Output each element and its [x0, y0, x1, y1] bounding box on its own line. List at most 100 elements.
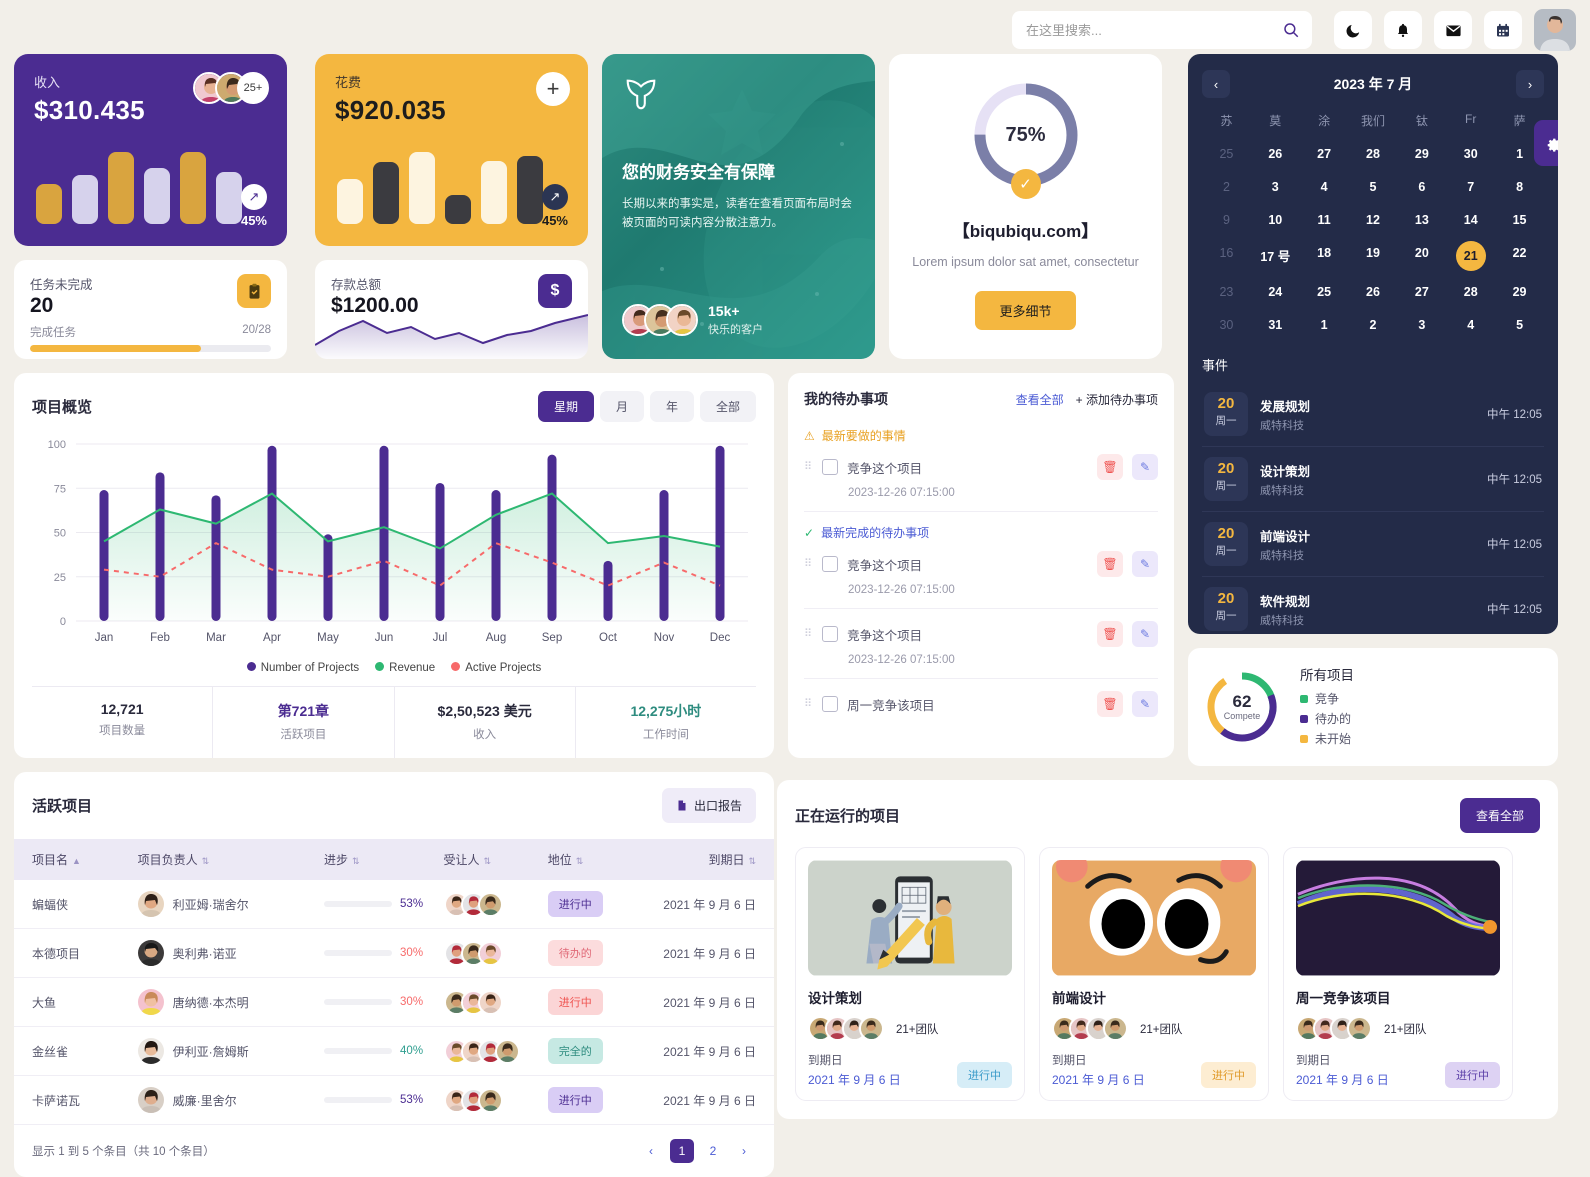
calendar-day[interactable]: 25 — [1202, 142, 1251, 166]
calendar-day[interactable]: 8 — [1495, 175, 1544, 199]
drag-handle-icon[interactable]: ⠿ — [804, 558, 813, 569]
calendar-day[interactable]: 10 — [1251, 208, 1300, 232]
todo-checkbox[interactable] — [822, 459, 839, 475]
col-project-lead[interactable]: 项目负责人 ⇅ — [138, 839, 324, 880]
calendar-day[interactable]: 15 — [1495, 208, 1544, 232]
total-deposit-card[interactable]: 存款总额 $1200.00 $ — [315, 260, 588, 359]
edit-icon[interactable]: ✎ — [1132, 691, 1158, 717]
calendar-day[interactable]: 29 — [1495, 280, 1544, 304]
event-item[interactable]: 20 周一 设计策划 威特科技 中午 12:05 — [1202, 447, 1544, 512]
export-report-button[interactable]: 出口报告 — [661, 788, 756, 823]
calendar-button[interactable] — [1484, 11, 1522, 49]
calendar-day[interactable]: 11 — [1300, 208, 1349, 232]
project-card[interactable]: 设计策划 21+团队 到期日 2021 年 9 月 6 日 进行中 — [795, 847, 1025, 1101]
table-row[interactable]: 大鱼 唐纳德·本杰明 30% 进行中 2021 年 9 月 6 日 — [14, 977, 774, 1027]
todo-view-all-link[interactable]: 查看全部 — [1016, 391, 1064, 408]
page-prev[interactable]: ‹ — [639, 1139, 663, 1163]
calendar-day[interactable]: 13 — [1397, 208, 1446, 232]
tab-all[interactable]: 全部 — [699, 391, 756, 422]
calendar-day[interactable]: 12 — [1349, 208, 1398, 232]
delete-icon[interactable]: 🗑 — [1097, 691, 1123, 717]
project-card[interactable]: 前端设计 21+团队 到期日 2021 年 9 月 6 日 进行中 — [1039, 847, 1269, 1101]
running-view-all-button[interactable]: 查看全部 — [1459, 798, 1540, 833]
calendar-day[interactable]: 30 — [1202, 313, 1251, 337]
calendar-day[interactable]: 9 — [1202, 208, 1251, 232]
calendar-day[interactable]: 30 — [1446, 142, 1495, 166]
tasks-incomplete-card[interactable]: 任务未完成 20 完成任务 20/28 — [14, 260, 287, 359]
table-row[interactable]: 蝙蝠侠 利亚姆·瑞舍尔 53% 进行中 2021 年 9 月 6 日 — [14, 880, 774, 929]
page-1[interactable]: 1 — [670, 1139, 694, 1163]
calendar-day[interactable]: 22 — [1495, 241, 1544, 271]
col-project-name[interactable]: 项目名 ▲ — [14, 839, 138, 880]
event-item[interactable]: 20 周一 发展规划 威特科技 中午 12:05 — [1202, 382, 1544, 447]
calendar-day[interactable]: 29 — [1397, 142, 1446, 166]
tab-month[interactable]: 月 — [599, 391, 644, 422]
dark-mode-toggle[interactable] — [1334, 11, 1372, 49]
user-avatar[interactable] — [1534, 9, 1576, 51]
calendar-day[interactable]: 27 — [1300, 142, 1349, 166]
calendar-day[interactable]: 25 — [1300, 280, 1349, 304]
todo-checkbox[interactable] — [822, 626, 839, 642]
more-details-button[interactable]: 更多细节 — [975, 291, 1076, 331]
edit-icon[interactable]: ✎ — [1132, 454, 1158, 480]
settings-button[interactable] — [1534, 120, 1558, 166]
notifications-button[interactable] — [1384, 11, 1422, 49]
messages-button[interactable] — [1434, 11, 1472, 49]
revenue-card[interactable]: 收入 $310.435 25+ ↗ 45% — [14, 54, 287, 246]
todo-list-item[interactable]: ⠿ 竞争这个项目 🗑 ✎ 2023-12-26 07:15:00 — [804, 454, 1158, 512]
calendar-day[interactable]: 24 — [1251, 280, 1300, 304]
calendar-day-selected[interactable]: 21 — [1455, 241, 1486, 271]
calendar-prev-button[interactable]: ‹ — [1202, 70, 1230, 98]
delete-icon[interactable]: 🗑 — [1097, 621, 1123, 647]
calendar-day[interactable]: 14 — [1446, 208, 1495, 232]
calendar-day[interactable]: 5 — [1349, 175, 1398, 199]
search-icon[interactable] — [1282, 21, 1300, 39]
project-card[interactable]: 周一竞争该项目 21+团队 到期日 2021 年 9 月 6 日 进行中 — [1283, 847, 1513, 1101]
todo-checkbox[interactable] — [822, 556, 839, 572]
calendar-day[interactable]: 2 — [1349, 313, 1398, 337]
delete-icon[interactable]: 🗑 — [1097, 454, 1123, 480]
calendar-day[interactable]: 1 — [1300, 313, 1349, 337]
calendar-day[interactable]: 19 — [1349, 241, 1398, 271]
todo-list-item[interactable]: ⠿ 竞争这个项目 🗑 ✎ 2023-12-26 07:15:00 — [804, 551, 1158, 609]
calendar-day[interactable]: 16 — [1202, 241, 1251, 271]
calendar-day[interactable]: 18 — [1300, 241, 1349, 271]
col-status[interactable]: 地位 ⇅ — [548, 839, 646, 880]
table-row[interactable]: 本德项目 奥利弗·诺亚 30% 待办的 2021 年 9 月 6 日 — [14, 928, 774, 978]
calendar-day[interactable]: 3 — [1397, 313, 1446, 337]
delete-icon[interactable]: 🗑 — [1097, 551, 1123, 577]
edit-icon[interactable]: ✎ — [1132, 621, 1158, 647]
table-row[interactable]: 卡萨诺瓦 威廉·里舍尔 53% 进行中 2021 年 9 月 6 日 — [14, 1075, 774, 1125]
drag-handle-icon[interactable]: ⠿ — [804, 628, 813, 639]
calendar-day[interactable]: 4 — [1300, 175, 1349, 199]
todo-list-item[interactable]: ⠿ 竞争这个项目 🗑 ✎ 2023-12-26 07:15:00 — [804, 621, 1158, 679]
calendar-day[interactable]: 5 — [1495, 313, 1544, 337]
calendar-day[interactable]: 31 — [1251, 313, 1300, 337]
tab-year[interactable]: 年 — [649, 391, 694, 422]
calendar-day[interactable]: 2 — [1202, 175, 1251, 199]
col-assignees[interactable]: 受让人 ⇅ — [444, 839, 548, 880]
calendar-day[interactable]: 20 — [1397, 241, 1446, 271]
edit-icon[interactable]: ✎ — [1132, 551, 1158, 577]
search-input[interactable] — [1012, 11, 1312, 49]
add-expense-button[interactable]: + — [536, 72, 570, 106]
todo-add-link[interactable]: + 添加待办事项 — [1076, 391, 1158, 408]
col-progress[interactable]: 进步 ⇅ — [324, 839, 443, 880]
calendar-next-button[interactable]: › — [1515, 70, 1544, 98]
table-row[interactable]: 金丝雀 伊利亚·詹姆斯 40% 完全的 2021 年 9 月 6 日 — [14, 1026, 774, 1076]
calendar-day[interactable]: 28 — [1349, 142, 1398, 166]
expense-card[interactable]: 花费 $920.035 + ↗ 45% — [315, 54, 588, 246]
drag-handle-icon[interactable]: ⠿ — [804, 698, 813, 709]
calendar-day[interactable]: 26 — [1251, 142, 1300, 166]
calendar-day[interactable]: 27 — [1397, 280, 1446, 304]
calendar-day[interactable]: 23 — [1202, 280, 1251, 304]
col-due-date[interactable]: 到期日 ⇅ — [646, 839, 774, 880]
calendar-day[interactable]: 28 — [1446, 280, 1495, 304]
todo-checkbox[interactable] — [822, 696, 839, 712]
calendar-day[interactable]: 26 — [1349, 280, 1398, 304]
page-2[interactable]: 2 — [701, 1139, 725, 1163]
calendar-day[interactable]: 6 — [1397, 175, 1446, 199]
calendar-day[interactable]: 4 — [1446, 313, 1495, 337]
calendar-day[interactable]: 3 — [1251, 175, 1300, 199]
event-item[interactable]: 20 周一 前端设计 威特科技 中午 12:05 — [1202, 512, 1544, 577]
